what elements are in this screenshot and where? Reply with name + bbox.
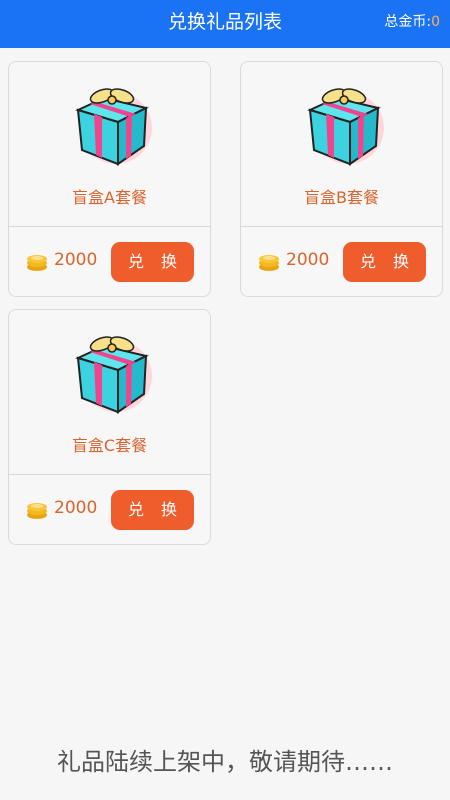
gift-card-b[interactable]: 盲盒B套餐 2000 兑 换 <box>240 61 443 297</box>
gift-name: 盲盒C套餐 <box>71 436 148 455</box>
coin-icon <box>27 503 47 519</box>
card-divider <box>9 226 210 227</box>
gift-box-icon <box>74 88 152 166</box>
header-bar: 兑换礼品列表 总金币:0 <box>0 0 450 48</box>
gift-box-icon <box>306 88 384 166</box>
card-divider <box>9 474 210 475</box>
total-coins-value: 0 <box>431 14 440 30</box>
coin-icon <box>259 255 279 271</box>
gift-card-c[interactable]: 盲盒C套餐 2000 兑 换 <box>8 309 211 545</box>
total-coins-label: 总金币: <box>384 14 432 30</box>
gift-price: 2000 <box>54 250 98 270</box>
card-divider <box>241 226 442 227</box>
exchange-button[interactable]: 兑 换 <box>111 490 194 530</box>
gift-card-a[interactable]: 盲盒A套餐 2000 兑 换 <box>8 61 211 297</box>
total-coins: 总金币:0 <box>384 0 440 44</box>
gift-name: 盲盒B套餐 <box>304 188 379 207</box>
gift-price: 2000 <box>54 498 98 518</box>
coming-soon-text: 礼品陆续上架中，敬请期待…… <box>57 748 393 776</box>
page-title: 兑换礼品列表 <box>167 11 282 33</box>
gift-box-icon <box>74 336 152 414</box>
gift-price: 2000 <box>286 250 330 270</box>
exchange-button[interactable]: 兑 换 <box>111 242 194 282</box>
exchange-button[interactable]: 兑 换 <box>343 242 426 282</box>
coin-icon <box>27 255 47 271</box>
gift-name: 盲盒A套餐 <box>72 188 147 207</box>
